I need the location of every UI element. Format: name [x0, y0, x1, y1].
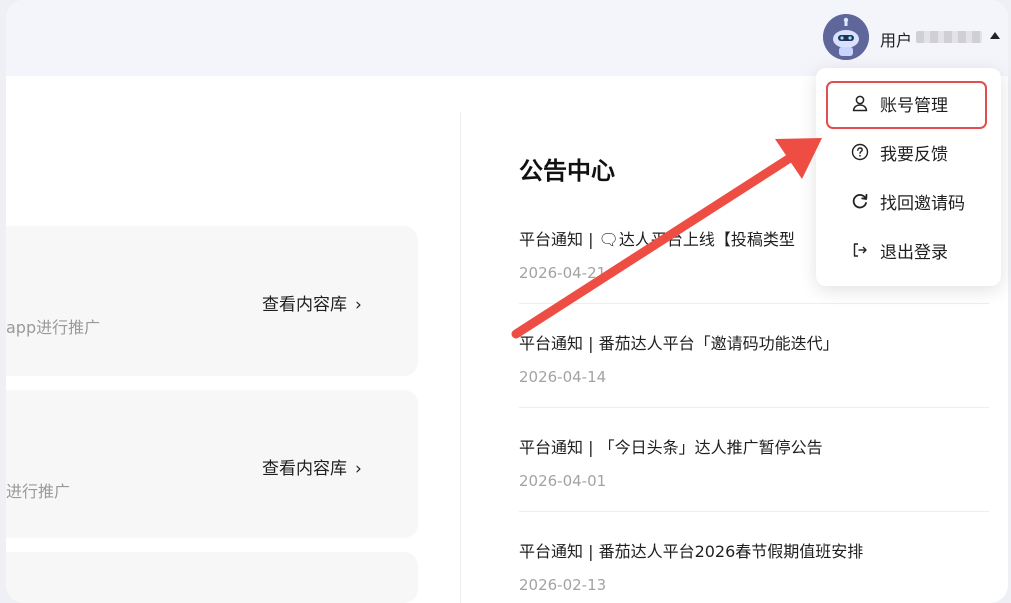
logout-icon	[850, 240, 870, 260]
announcement-item[interactable]: 平台通知 | 「今日头条」达人推广暂停公告 2026-04-01	[519, 434, 989, 490]
user-name[interactable]: 用户	[880, 27, 912, 51]
chevron-right-icon: ›	[355, 295, 362, 315]
announcement-title: 公告中心	[519, 157, 615, 185]
robot-avatar-icon	[823, 14, 869, 60]
menu-item-label: 我要反馈	[880, 144, 948, 165]
view-library-link[interactable]: 查看内容库 ›	[262, 290, 362, 315]
announcement-item-title: 平台通知 | 番茄达人平台「邀请码功能迭代」	[519, 334, 839, 353]
column-divider	[460, 112, 461, 603]
masked-username[interactable]	[916, 31, 982, 43]
card-description: app进行推广	[6, 318, 101, 337]
content-card	[6, 552, 418, 603]
user-dropdown-menu: 账号管理 我要反馈 找回邀请码 退出登录	[816, 68, 1001, 286]
card-description: 进行推广	[6, 482, 71, 501]
avatar[interactable]	[823, 14, 869, 60]
help-circle-icon	[850, 142, 870, 162]
view-library-link[interactable]: 查看内容库 ›	[262, 454, 362, 479]
divider	[519, 511, 989, 512]
menu-item-recover-invite-code[interactable]: 找回邀请码	[816, 181, 1001, 221]
caret-up-icon[interactable]	[990, 32, 1000, 39]
announcement-item-title: 平台通知 | 番茄达人平台2026春节假期值班安排	[519, 542, 864, 561]
divider	[519, 303, 989, 304]
view-library-label: 查看内容库	[262, 295, 347, 315]
refresh-icon	[850, 191, 870, 211]
user-icon	[850, 93, 870, 113]
content-card: 进行推广 查看内容库 ›	[6, 390, 418, 538]
announcement-item-date: 2026-04-14	[519, 368, 607, 386]
content-card: app进行推广 查看内容库 ›	[6, 226, 418, 376]
divider	[519, 407, 989, 408]
menu-item-logout[interactable]: 退出登录	[816, 230, 1001, 270]
announcement-item[interactable]: 平台通知 | 番茄达人平台「邀请码功能迭代」 2026-04-14	[519, 330, 989, 386]
menu-item-label: 退出登录	[880, 242, 948, 263]
announcement-item[interactable]: 平台通知 | 番茄达人平台2026春节假期值班安排 2026-02-13	[519, 538, 989, 594]
view-library-label: 查看内容库	[262, 459, 347, 479]
announcement-item-date: 2026-02-13	[519, 576, 607, 594]
announcement-item-title: 平台通知 | 「今日头条」达人推广暂停公告	[519, 438, 823, 457]
menu-item-account[interactable]: 账号管理	[816, 83, 1001, 123]
menu-item-label: 账号管理	[880, 95, 948, 116]
menu-item-feedback[interactable]: 我要反馈	[816, 132, 1001, 172]
chevron-right-icon: ›	[355, 459, 362, 479]
menu-item-label: 找回邀请码	[880, 193, 965, 214]
announcement-item-date: 2026-04-01	[519, 472, 607, 490]
